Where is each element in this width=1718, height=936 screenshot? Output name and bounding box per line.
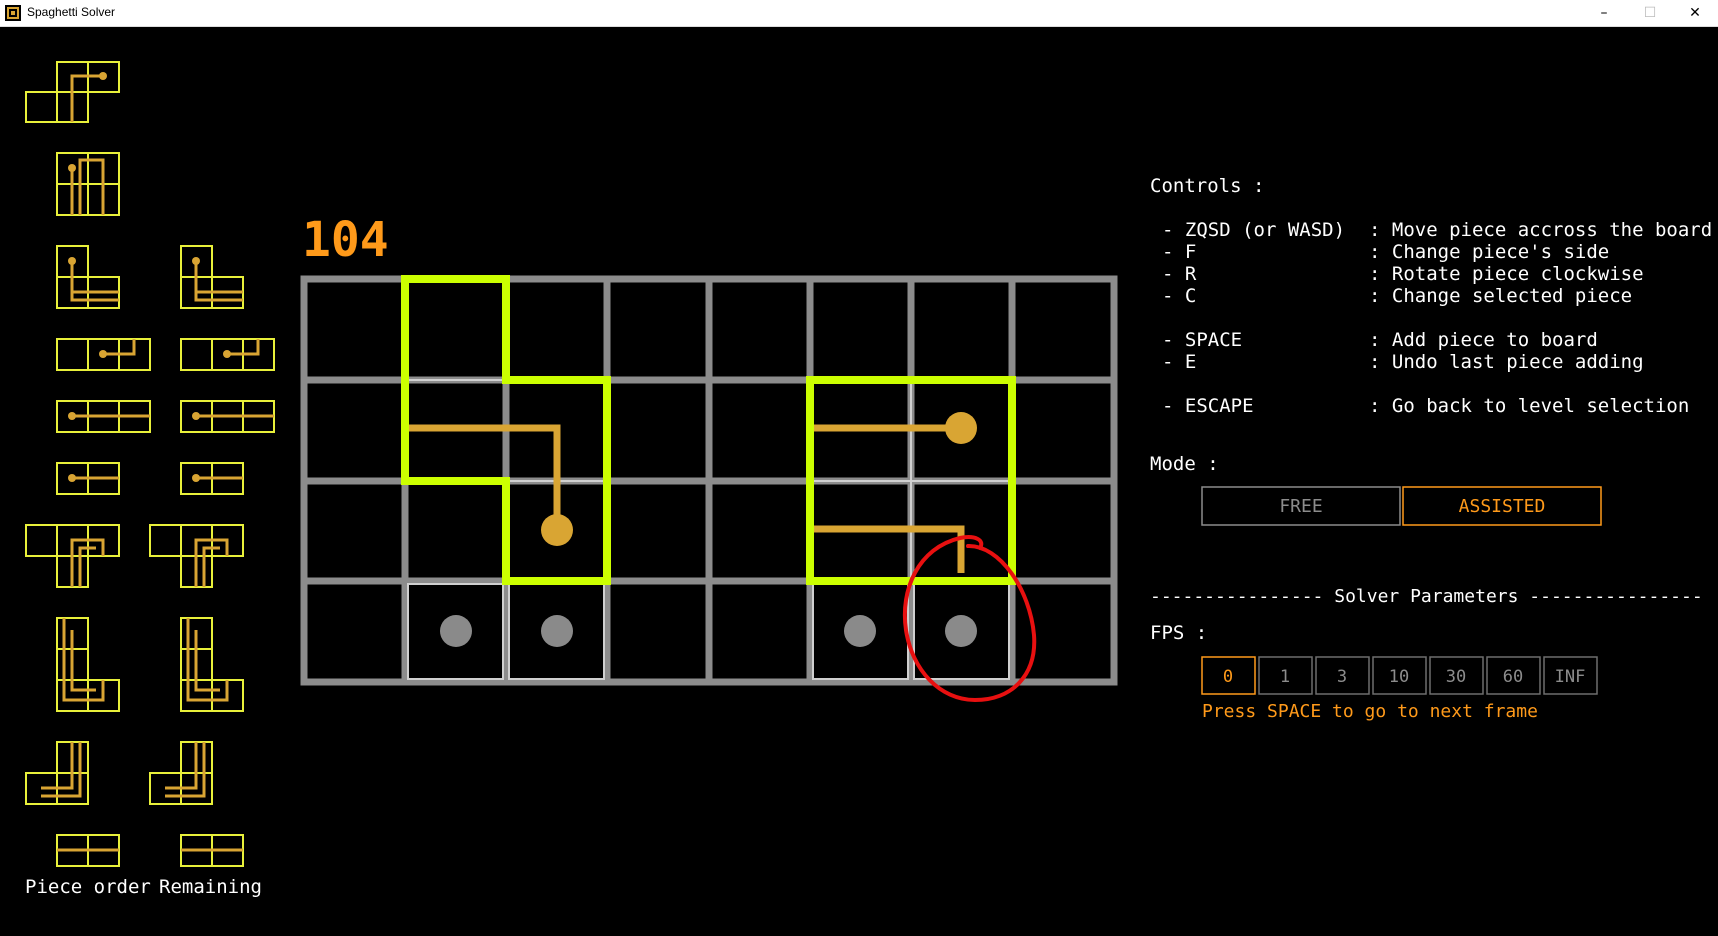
minimize-button[interactable]: – [1581,0,1627,26]
fps-option-60[interactable]: 60 [1486,656,1541,695]
controls-panel: Controls : - ZQSD (or WASD) : Move piece… [1150,175,1712,722]
control-key: - SPACE [1162,329,1242,351]
fps-option-label: 1 [1280,667,1290,687]
palette-piece[interactable] [56,400,151,433]
placed-piece-left [401,275,611,585]
control-desc: : Undo last piece adding [1369,351,1644,373]
fps-option-label: 10 [1389,667,1409,687]
palette-piece[interactable] [56,462,120,495]
solver-parameters-title: ---------------- Solver Parameters -----… [1150,586,1703,607]
remaining-label: Remaining [159,876,262,898]
score-counter: 104 [302,212,389,268]
fps-option-label: INF [1555,667,1586,687]
placed-piece-right [806,376,1016,585]
fps-option-1[interactable]: 1 [1258,656,1313,695]
control-key: - E [1162,351,1196,373]
control-desc: : Go back to level selection [1369,395,1689,417]
control-desc: : Rotate piece clockwise [1369,263,1644,285]
palette-piece[interactable] [180,462,244,495]
fps-option-3[interactable]: 3 [1315,656,1370,695]
control-desc: : Change piece's side [1369,241,1609,263]
piece-palette [25,61,275,867]
next-frame-hint: Press SPACE to go to next frame [1202,701,1538,722]
palette-piece[interactable] [180,245,244,309]
palette-piece[interactable] [25,61,120,123]
palette-piece[interactable] [56,152,120,216]
window-titlebar: Spaghetti Solver – ☐ ✕ [0,0,1718,27]
mode-assisted-label: ASSISTED [1459,496,1546,517]
palette-piece[interactable] [25,524,120,588]
palette-piece[interactable] [180,834,244,867]
palette-piece[interactable] [56,245,120,309]
palette-piece[interactable] [56,834,120,867]
app-icon [5,5,21,21]
hole-marker [945,615,977,647]
palette-piece[interactable] [180,400,275,433]
mode-free-button[interactable]: FREE [1201,486,1401,526]
mode-assisted-button[interactable]: ASSISTED [1402,486,1602,526]
hole-marker [440,615,472,647]
palette-piece[interactable] [149,524,244,588]
control-desc: : Move piece accross the board [1369,219,1712,241]
fps-option-0[interactable]: 0 [1201,656,1256,695]
piece-order-label: Piece order [25,876,151,898]
fps-option-label: 60 [1503,667,1523,687]
control-key: - C [1162,285,1196,307]
fps-option-30[interactable]: 30 [1429,656,1484,695]
palette-piece[interactable] [56,617,120,712]
palette-piece[interactable] [149,741,213,805]
control-desc: : Change selected piece [1369,285,1632,307]
control-key: - R [1162,263,1197,285]
control-key: - ESCAPE [1162,395,1254,417]
fps-option-10[interactable]: 10 [1372,656,1427,695]
maximize-button[interactable]: ☐ [1627,0,1673,26]
palette-piece[interactable] [56,338,151,371]
mode-title: Mode : [1150,453,1219,475]
hole-marker [844,615,876,647]
control-desc: : Add piece to board [1369,329,1598,351]
board [300,275,1118,703]
fps-option-label: 30 [1446,667,1466,687]
control-key: - F [1162,241,1196,263]
fps-option-label: 0 [1223,667,1233,687]
hole-marker [541,615,573,647]
palette-piece[interactable] [180,338,275,371]
fps-title: FPS : [1150,622,1207,644]
fps-option-inf[interactable]: INF [1543,656,1598,695]
fps-option-label: 3 [1337,667,1347,687]
mode-free-label: FREE [1279,496,1322,517]
controls-title: Controls : [1150,175,1264,197]
close-button[interactable]: ✕ [1672,0,1718,26]
control-key: - ZQSD (or WASD) [1162,219,1345,241]
palette-piece[interactable] [180,617,244,712]
window-title: Spaghetti Solver [27,5,116,19]
palette-piece[interactable] [25,741,89,805]
game-canvas: Piece order Remaining 104 Controls: - Z… [25,61,1712,898]
